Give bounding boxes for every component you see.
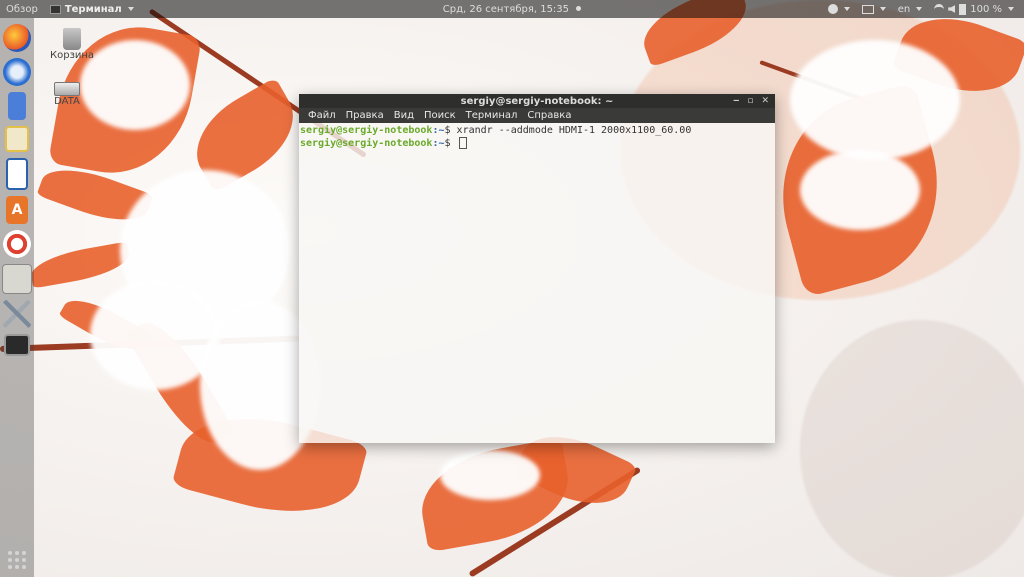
window-titlebar[interactable]: sergiy@sergiy-notebook: ~ ‒ ▫ ✕ xyxy=(299,94,775,108)
prompt-path: :~ xyxy=(432,125,445,136)
rhythmbox-icon[interactable] xyxy=(5,126,29,152)
battery-icon xyxy=(959,3,967,15)
audio-icon[interactable] xyxy=(2,264,32,294)
prompt-symbol: $ xyxy=(444,125,457,136)
help-icon[interactable] xyxy=(3,230,31,258)
drive-icon xyxy=(54,82,80,96)
chevron-down-icon xyxy=(1008,7,1014,11)
terminal-menubar: Файл Правка Вид Поиск Терминал Справка xyxy=(299,108,775,123)
close-icon[interactable]: ✕ xyxy=(761,96,769,106)
prompt-path: :~ xyxy=(432,138,445,149)
trash-icon xyxy=(63,28,82,50)
chevron-down-icon xyxy=(879,7,886,11)
terminal-output[interactable]: sergiy@sergiy-notebook:~$ xrandr --addmo… xyxy=(299,123,775,150)
desktop-item-label: Корзина xyxy=(50,50,95,61)
top-panel: Обзор Терминал Срд, 26 сентября, 15:35 e… xyxy=(0,0,1024,18)
terminal-icon[interactable] xyxy=(4,334,30,356)
display-menu[interactable] xyxy=(856,4,892,14)
command-text: xrandr --addmode HDMI-1 2000x1100_60.00 xyxy=(456,125,692,136)
maximize-icon[interactable]: ▫ xyxy=(747,96,753,106)
volume-icon xyxy=(948,5,956,13)
terminal-window[interactable]: sergiy@sergiy-notebook: ~ ‒ ▫ ✕ Файл Пра… xyxy=(299,94,775,443)
wifi-icon xyxy=(934,3,945,15)
show-applications-icon[interactable] xyxy=(8,551,26,569)
menu-help[interactable]: Справка xyxy=(522,110,576,121)
chevron-down-icon xyxy=(916,7,923,11)
chevron-down-icon xyxy=(843,7,850,11)
activities-button[interactable]: Обзор xyxy=(0,4,44,15)
system-menu[interactable]: 100 % xyxy=(928,3,1020,15)
terminal-app-icon xyxy=(49,4,61,14)
minimize-icon[interactable]: ‒ xyxy=(733,96,739,106)
writer-icon[interactable] xyxy=(6,158,28,190)
desktop-item-trash[interactable]: Корзина xyxy=(50,28,94,61)
menu-file[interactable]: Файл xyxy=(303,110,341,121)
menu-view[interactable]: Вид xyxy=(389,110,419,121)
launcher-dock: A xyxy=(0,18,34,577)
prompt-user-host: sergiy@sergiy-notebook xyxy=(300,125,433,136)
app-menu[interactable]: Терминал xyxy=(44,4,140,15)
chevron-down-icon xyxy=(127,7,134,11)
terminal-line: sergiy@sergiy-notebook:~$ xrandr --addmo… xyxy=(300,125,775,137)
accessibility-icon xyxy=(827,4,838,14)
activities-label: Обзор xyxy=(6,3,38,15)
menu-terminal[interactable]: Терминал xyxy=(461,110,523,121)
menu-search[interactable]: Поиск xyxy=(419,110,461,121)
scrollbar[interactable] xyxy=(771,123,775,443)
accessibility-menu[interactable] xyxy=(822,4,856,14)
prompt-symbol: $ xyxy=(444,138,457,149)
notification-dot-icon xyxy=(576,6,582,11)
window-title: sergiy@sergiy-notebook: ~ xyxy=(460,95,614,107)
language-menu[interactable]: en xyxy=(892,4,929,15)
clock[interactable]: Срд, 26 сентября, 15:35 xyxy=(443,4,569,15)
desktop-item-label: DATA xyxy=(54,96,80,107)
desktop-item-data-drive[interactable]: DATA xyxy=(54,82,80,107)
display-icon xyxy=(861,4,874,14)
settings-icon[interactable] xyxy=(3,300,31,328)
battery-percent: 100 % xyxy=(970,3,1002,15)
language-label: en xyxy=(897,3,911,15)
terminal-line: sergiy@sergiy-notebook:~$ xyxy=(300,137,775,150)
prompt-user-host: sergiy@sergiy-notebook xyxy=(300,138,433,149)
menu-edit[interactable]: Правка xyxy=(341,110,389,121)
app-menu-label: Терминал xyxy=(64,3,122,15)
software-center-icon[interactable]: A xyxy=(6,196,28,224)
text-cursor xyxy=(458,137,467,149)
thunderbird-icon[interactable] xyxy=(3,58,31,86)
firefox-icon[interactable] xyxy=(3,24,31,52)
files-icon[interactable] xyxy=(8,92,26,120)
